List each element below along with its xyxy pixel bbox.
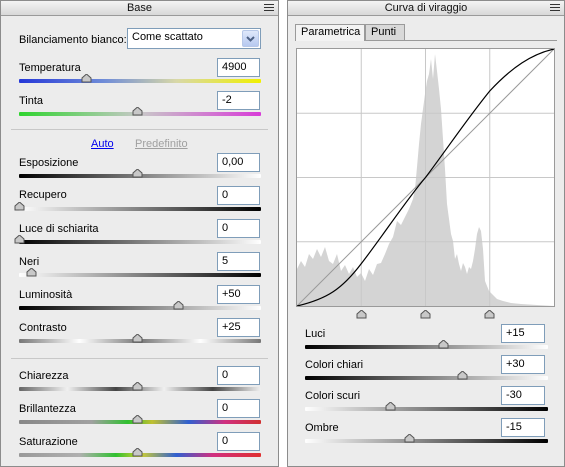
highlights-slider-thumb[interactable] (438, 340, 449, 349)
blacks-input[interactable]: 5 (217, 252, 260, 271)
fill-light-label: Luce di schiarita (19, 223, 99, 235)
tone-curve-canvas[interactable] (296, 48, 555, 307)
lights-track[interactable] (305, 376, 548, 380)
panel-menu-icon[interactable] (264, 4, 274, 12)
shadows-label: Ombre (305, 422, 339, 434)
fill-light-input[interactable]: 0 (217, 219, 260, 238)
tab-points[interactable]: Punti (365, 24, 405, 40)
blacks-label: Neri (19, 256, 40, 268)
shadows-split-thumb[interactable] (356, 309, 367, 322)
saturation-slider-thumb[interactable] (132, 448, 143, 457)
highlights-split-thumb[interactable] (484, 309, 495, 322)
blacks-slider-thumb[interactable] (26, 268, 37, 277)
basic-panel-title: Base (126, 2, 153, 14)
chevron-down-icon[interactable] (242, 30, 259, 47)
highlights-input[interactable]: +15 (501, 324, 545, 343)
basic-panel: Base Bilanciamento bianco: Come scattato… (0, 0, 279, 467)
darks-track[interactable] (305, 407, 548, 411)
temperature-track[interactable] (19, 79, 261, 83)
vibrance-input[interactable]: 0 (217, 399, 260, 418)
temperature-label: Temperatura (19, 62, 81, 74)
tint-input[interactable]: -2 (217, 91, 260, 110)
clarity-input[interactable]: 0 (217, 366, 260, 385)
tone-curve-graph[interactable] (296, 48, 555, 307)
shadows-input[interactable]: -15 (501, 418, 545, 437)
recovery-track[interactable] (19, 207, 261, 211)
exposure-slider-thumb[interactable] (132, 169, 143, 178)
tint-label: Tinta (19, 95, 44, 107)
white-balance-label: Bilanciamento bianco: (19, 34, 127, 46)
clarity-slider-thumb[interactable] (132, 382, 143, 391)
basic-panel-titlebar: Base (1, 1, 278, 16)
temperature-slider-thumb[interactable] (81, 74, 92, 83)
blacks-track[interactable] (19, 273, 261, 277)
brightness-slider-thumb[interactable] (173, 301, 184, 310)
panel-menu-icon[interactable] (550, 4, 560, 12)
contrast-slider-thumb[interactable] (132, 334, 143, 343)
separator (11, 129, 268, 130)
highlights-track[interactable] (305, 345, 548, 349)
tone-curve-titlebar: Curva di viraggio (288, 1, 564, 16)
auto-link[interactable]: Auto (91, 138, 114, 150)
midtones-split-thumb[interactable] (420, 309, 431, 322)
lights-slider-thumb[interactable] (457, 371, 468, 380)
shadows-slider-thumb[interactable] (404, 434, 415, 443)
exposure-input[interactable]: 0,00 (217, 153, 260, 172)
darks-input[interactable]: -30 (501, 386, 545, 405)
tab-parametric[interactable]: Parametrica (295, 24, 365, 41)
saturation-input[interactable]: 0 (217, 432, 260, 451)
vibrance-label: Brillantezza (19, 403, 76, 415)
default-link: Predefinito (135, 138, 188, 150)
exposure-label: Esposizione (19, 157, 79, 169)
shadows-track[interactable] (305, 439, 548, 443)
brightness-label: Luminosità (19, 289, 73, 301)
darks-label: Colori scuri (305, 390, 361, 402)
brightness-input[interactable]: +50 (217, 285, 260, 304)
tone-curve-panel: Curva di viraggio Parametrica Punti Luci… (287, 0, 565, 467)
lights-input[interactable]: +30 (501, 355, 545, 374)
brightness-track[interactable] (19, 306, 261, 310)
recovery-label: Recupero (19, 189, 67, 201)
recovery-input[interactable]: 0 (217, 186, 260, 205)
tint-slider-thumb[interactable] (132, 107, 143, 116)
recovery-slider-thumb[interactable] (14, 202, 25, 211)
fill-light-track[interactable] (19, 240, 261, 244)
vibrance-slider-thumb[interactable] (132, 415, 143, 424)
contrast-input[interactable]: +25 (217, 318, 260, 337)
white-balance-value: Come scattato (132, 31, 203, 43)
clarity-label: Chiarezza (19, 370, 69, 382)
lights-label: Colori chiari (305, 359, 364, 371)
highlights-label: Luci (305, 328, 326, 340)
white-balance-select[interactable]: Come scattato (127, 28, 261, 49)
darks-slider-thumb[interactable] (385, 402, 396, 411)
temperature-input[interactable]: 4900 (217, 58, 260, 77)
separator (11, 358, 268, 359)
saturation-label: Saturazione (19, 436, 78, 448)
contrast-label: Contrasto (19, 322, 67, 334)
tone-curve-title: Curva di viraggio (384, 2, 468, 14)
fill-light-slider-thumb[interactable] (14, 235, 25, 244)
